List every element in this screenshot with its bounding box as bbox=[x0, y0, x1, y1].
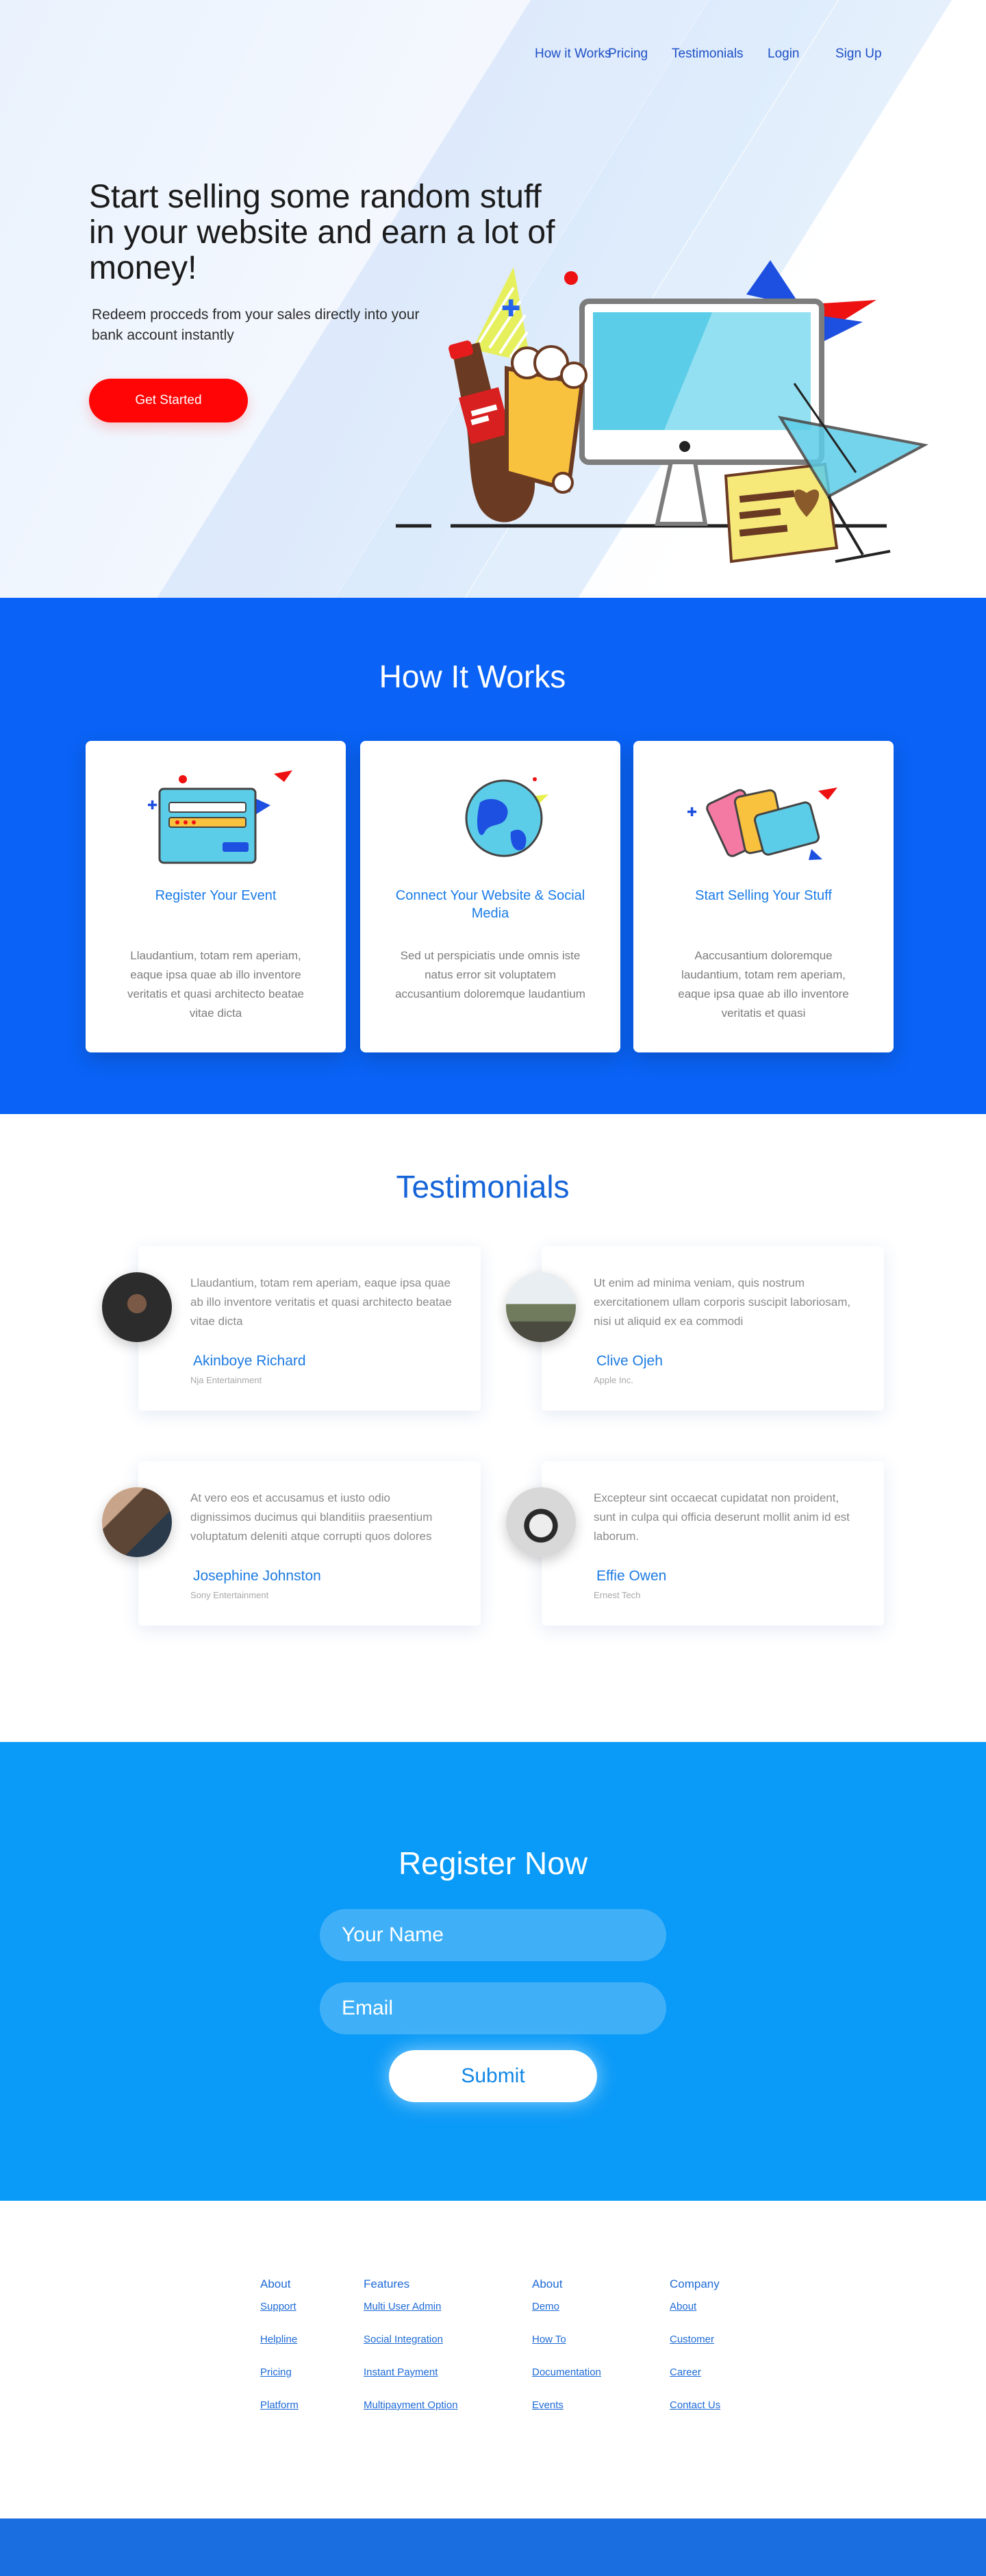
testimonials-title: Testimonials bbox=[396, 1169, 570, 1204]
footer-link[interactable]: Helpline bbox=[260, 2334, 299, 2366]
testimonial-card: At vero eos et accusamus et iusto odio d… bbox=[138, 1461, 481, 1626]
nav-pricing[interactable]: Pricing bbox=[608, 47, 648, 62]
testimonial-quote: Excepteur sint occaecat cupidatat non pr… bbox=[594, 1491, 850, 1543]
globe-icon bbox=[465, 777, 548, 857]
testimonial-quote: At vero eos et accusamus et iusto odio d… bbox=[190, 1491, 433, 1543]
email-input[interactable] bbox=[320, 1982, 666, 2034]
how-it-works-title: How It Works bbox=[379, 659, 566, 694]
footer-link[interactable]: Career bbox=[670, 2366, 720, 2399]
how-card-text: Sed ut perspiciatis unde omnis iste natu… bbox=[395, 949, 585, 1000]
nav-testimonials[interactable]: Testimonials bbox=[672, 47, 744, 62]
hero-illustration: ✚ bbox=[396, 260, 928, 564]
testimonial-card: Llaudantium, totam rem aperiam, eaque ip… bbox=[138, 1246, 481, 1411]
testimonial-company: Ernest Tech bbox=[594, 1590, 641, 1600]
testimonial-name: Akinboye Richard bbox=[193, 1353, 306, 1369]
footer-link[interactable]: Instant Payment bbox=[364, 2366, 458, 2399]
how-it-works-section: How It Works ✚ Register Your Event Llaud… bbox=[0, 598, 986, 1114]
footer-link[interactable]: Platform bbox=[260, 2399, 299, 2432]
footer-link[interactable]: Support bbox=[260, 2301, 299, 2334]
submit-button[interactable]: Submit bbox=[389, 2050, 597, 2102]
how-card-register: ✚ Register Your Event Llaudantium, totam… bbox=[86, 741, 346, 1052]
testimonial-name: Josephine Johnston bbox=[193, 1568, 321, 1584]
footer-link[interactable]: Social Integration bbox=[364, 2334, 458, 2366]
footer-link[interactable]: Multi User Admin bbox=[364, 2301, 458, 2334]
footer-column: About Demo How To Documentation Events bbox=[532, 2277, 601, 2432]
avatar bbox=[506, 1487, 576, 1557]
svg-text:✚: ✚ bbox=[687, 805, 697, 820]
how-card-connect: Connect Your Website & Social Media Sed … bbox=[360, 741, 620, 1052]
testimonial-card: Ut enim ad minima veniam, quis nostrum e… bbox=[542, 1246, 884, 1411]
footer-link[interactable]: Documentation bbox=[532, 2366, 601, 2399]
testimonial-card: Excepteur sint occaecat cupidatat non pr… bbox=[542, 1461, 884, 1626]
footer-column: Company About Customer Career Contact Us bbox=[670, 2277, 720, 2432]
footer-link[interactable]: About bbox=[670, 2301, 720, 2334]
testimonial-company: Apple Inc. bbox=[594, 1375, 633, 1385]
footer-heading: About bbox=[260, 2277, 291, 2290]
tickets-icon: ✚ bbox=[687, 787, 837, 860]
footer-link[interactable]: Demo bbox=[532, 2301, 601, 2334]
footer-heading: Company bbox=[670, 2277, 720, 2290]
nav-login[interactable]: Login bbox=[768, 47, 800, 62]
footer-heading: Features bbox=[364, 2277, 410, 2290]
top-nav: How it Works Pricing Testimonials Login … bbox=[507, 47, 986, 67]
nav-sign-up[interactable]: Sign Up bbox=[835, 47, 882, 62]
hero-section: How it Works Pricing Testimonials Login … bbox=[0, 0, 986, 598]
register-title: Register Now bbox=[398, 1845, 588, 1881]
register-card-icon: ✚ bbox=[147, 770, 292, 864]
how-card-title: Start Selling Your Stuff bbox=[695, 888, 832, 903]
how-card-text: Aaccusantium doloremque laudantium, tota… bbox=[678, 949, 849, 1020]
footer-link[interactable]: Contact Us bbox=[670, 2399, 720, 2432]
get-started-button[interactable]: Get Started bbox=[89, 379, 248, 422]
testimonial-name: Clive Ojeh bbox=[596, 1353, 663, 1369]
name-input[interactable] bbox=[320, 1909, 666, 1961]
testimonial-company: Sony Entertainment bbox=[190, 1590, 269, 1600]
testimonial-company: Nja Entertainment bbox=[190, 1375, 262, 1385]
svg-text:✚: ✚ bbox=[147, 798, 157, 813]
footer-heading: About bbox=[532, 2277, 563, 2290]
how-card-title: Register Your Event bbox=[155, 888, 277, 903]
avatar bbox=[102, 1272, 172, 1342]
how-card-title: Connect Your Website & Social Media bbox=[395, 888, 585, 921]
footer-link[interactable]: Customer bbox=[670, 2334, 720, 2366]
footer-link[interactable]: Pricing bbox=[260, 2366, 299, 2399]
testimonial-quote: Ut enim ad minima veniam, quis nostrum e… bbox=[594, 1276, 851, 1328]
footer-link[interactable]: Events bbox=[532, 2399, 601, 2432]
testimonial-name: Effie Owen bbox=[596, 1568, 667, 1584]
footer-column: About Support Helpline Pricing Platform bbox=[260, 2277, 299, 2432]
how-card-selling: ✚ Start Selling Your Stuff Aaccusantium … bbox=[633, 741, 894, 1052]
nav-how-it-works[interactable]: How it Works bbox=[535, 47, 611, 62]
register-section: Register Now Submit bbox=[0, 1742, 986, 2201]
testimonial-quote: Llaudantium, totam rem aperiam, eaque ip… bbox=[190, 1276, 452, 1328]
hero-subtitle: Redeem procceds from your sales directly… bbox=[92, 307, 420, 343]
avatar bbox=[506, 1272, 576, 1342]
footer-column: Features Multi User Admin Social Integra… bbox=[364, 2277, 458, 2432]
footer-link[interactable]: How To bbox=[532, 2334, 601, 2366]
svg-text:✚: ✚ bbox=[501, 295, 521, 323]
footer-link[interactable]: Multipayment Option bbox=[364, 2399, 458, 2432]
bottom-bar bbox=[0, 2518, 986, 2576]
how-card-text: Llaudantium, totam rem aperiam, eaque ip… bbox=[127, 949, 304, 1020]
avatar bbox=[102, 1487, 172, 1557]
